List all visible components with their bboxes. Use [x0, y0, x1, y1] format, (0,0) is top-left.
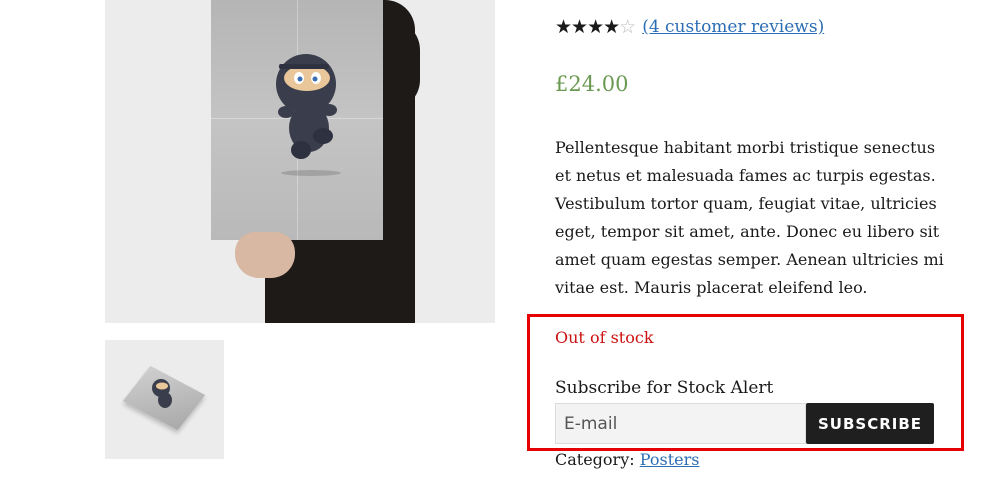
product-category: Category: Posters — [555, 450, 699, 469]
hand-holding-poster — [235, 232, 295, 278]
ninja-icon — [276, 54, 337, 159]
product-main-image[interactable] — [105, 0, 495, 323]
email-input[interactable] — [555, 403, 806, 444]
empty-star-icon: ☆ — [619, 16, 636, 38]
filled-star-icons: ★★★★ — [555, 16, 620, 38]
product-price: £24.00 — [555, 72, 629, 96]
customer-reviews-link[interactable]: (4 customer reviews) — [642, 17, 824, 37]
product-thumbnail[interactable] — [105, 340, 224, 459]
stock-status: Out of stock — [555, 328, 654, 347]
ninja-shadow — [281, 170, 341, 176]
product-rating: ★★★★☆ (4 customer reviews) — [555, 16, 824, 38]
subscribe-button[interactable]: SUBSCRIBE — [806, 403, 934, 444]
thumbnail-ninja-icon — [152, 379, 172, 408]
rating-stars-icon: ★★★★☆ — [555, 16, 636, 38]
category-label: Category: — [555, 450, 635, 469]
category-link-posters[interactable]: Posters — [640, 450, 700, 469]
product-page: ★★★★☆ (4 customer reviews) £24.00 Pellen… — [0, 0, 988, 503]
poster-graphic — [211, 0, 383, 240]
product-description: Pellentesque habitant morbi tristique se… — [555, 138, 944, 297]
stock-alert-title: Subscribe for Stock Alert — [555, 378, 774, 398]
